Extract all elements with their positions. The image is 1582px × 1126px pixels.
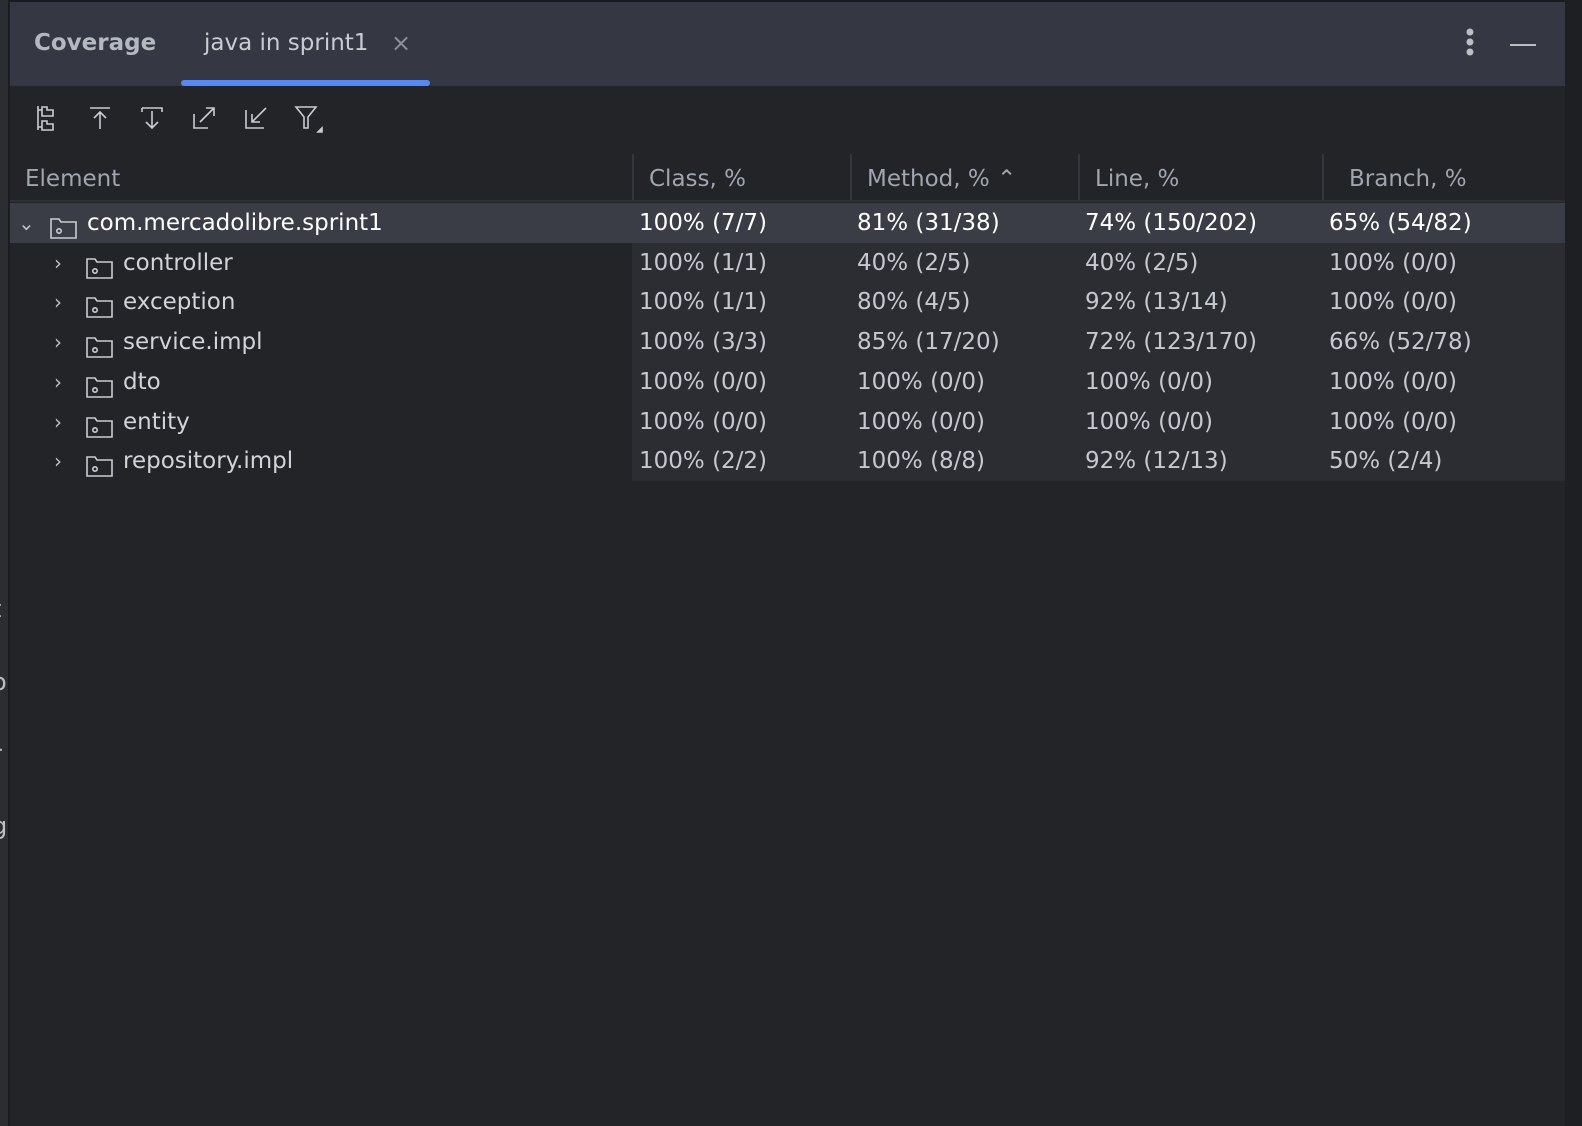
branch-coverage: 100% (0/0) bbox=[1329, 368, 1458, 395]
coverage-cells: 100% (0/0) 100% (0/0) 100% (0/0) 100% (0… bbox=[632, 401, 1565, 442]
chevron-right-icon[interactable]: › bbox=[54, 282, 62, 322]
branch-coverage: 65% (54/82) bbox=[1329, 210, 1472, 236]
method-coverage: 40% (2/5) bbox=[857, 249, 971, 276]
tab-label: java in sprint1 bbox=[204, 30, 369, 56]
coverage-cells: 100% (1/1) 80% (4/5) 92% (13/14) 100% (0… bbox=[632, 282, 1565, 323]
method-coverage: 80% (4/5) bbox=[857, 289, 971, 316]
element-cell[interactable]: › entity bbox=[10, 402, 632, 442]
filter-icon[interactable] bbox=[292, 102, 324, 134]
class-coverage: 100% (1/1) bbox=[639, 289, 768, 316]
import-icon[interactable] bbox=[240, 102, 272, 134]
element-cell[interactable]: › service.impl bbox=[10, 322, 632, 362]
column-line[interactable]: Line, % bbox=[1078, 154, 1322, 200]
package-name: repository.impl bbox=[123, 448, 294, 475]
line-coverage: 40% (2/5) bbox=[1085, 249, 1199, 276]
background-text: o bbox=[0, 668, 7, 696]
branch-coverage: 100% (0/0) bbox=[1329, 408, 1458, 435]
table-row[interactable]: › dto 100% (0/0) 100% (0/0) 100% (0/0) 1… bbox=[10, 361, 1565, 402]
line-coverage: 74% (150/202) bbox=[1085, 210, 1257, 236]
line-coverage: 92% (13/14) bbox=[1085, 289, 1228, 316]
branch-coverage: 100% (0/0) bbox=[1329, 249, 1458, 276]
coverage-cells: 100% (3/3) 85% (17/20) 72% (123/170) 66%… bbox=[632, 322, 1565, 363]
table-row[interactable]: › entity 100% (0/0) 100% (0/0) 100% (0/0… bbox=[10, 401, 1565, 442]
coverage-panel: Coverage java in sprint1 × • • • Element C… bbox=[10, 2, 1565, 1126]
flatten-packages-icon[interactable] bbox=[32, 102, 64, 134]
class-coverage: 100% (2/2) bbox=[639, 448, 768, 475]
background-text: r bbox=[0, 740, 2, 768]
tab-java-in-sprint1[interactable]: java in sprint1 × bbox=[181, 2, 430, 86]
chevron-right-icon[interactable]: › bbox=[54, 362, 62, 402]
branch-coverage: 100% (0/0) bbox=[1329, 289, 1458, 316]
element-cell[interactable]: ⌄ com.mercadolibre.sprint1 bbox=[10, 203, 632, 243]
chevron-right-icon[interactable]: › bbox=[54, 322, 62, 362]
table-row[interactable]: › exception 100% (1/1) 80% (4/5) 92% (13… bbox=[10, 282, 1565, 323]
tool-window-title: Coverage bbox=[34, 30, 157, 56]
coverage-cells: 100% (7/7) 81% (31/38) 74% (150/202) 65%… bbox=[632, 203, 1565, 243]
class-coverage: 100% (3/3) bbox=[639, 329, 768, 356]
go-to-child-icon[interactable] bbox=[136, 102, 168, 134]
chevron-right-icon[interactable]: › bbox=[54, 441, 62, 481]
column-class[interactable]: Class, % bbox=[632, 154, 850, 200]
branch-coverage: 50% (2/4) bbox=[1329, 448, 1443, 475]
chevron-right-icon[interactable]: › bbox=[54, 402, 62, 442]
method-coverage: 100% (0/0) bbox=[857, 408, 986, 435]
more-options-icon[interactable]: • • • bbox=[1460, 21, 1480, 65]
line-coverage: 100% (0/0) bbox=[1085, 408, 1214, 435]
coverage-cells: 100% (0/0) 100% (0/0) 100% (0/0) 100% (0… bbox=[632, 361, 1565, 402]
package-folder-icon bbox=[86, 252, 113, 279]
element-cell[interactable]: › repository.impl bbox=[10, 441, 632, 481]
class-coverage: 100% (0/0) bbox=[639, 368, 768, 395]
table-row[interactable]: › repository.impl 100% (2/2) 100% (8/8) … bbox=[10, 441, 1565, 482]
column-element[interactable]: Element bbox=[10, 154, 632, 200]
minimize-icon[interactable] bbox=[1510, 44, 1536, 46]
element-cell[interactable]: › exception bbox=[10, 282, 632, 322]
background-text: t bbox=[0, 595, 1, 623]
chevron-right-icon[interactable]: › bbox=[54, 243, 62, 283]
background-text: g bbox=[0, 812, 7, 840]
element-cell[interactable]: › dto bbox=[10, 362, 632, 402]
method-coverage: 100% (8/8) bbox=[857, 448, 986, 475]
table-row[interactable]: › controller 100% (1/1) 40% (2/5) 40% (2… bbox=[10, 242, 1565, 283]
line-coverage: 72% (123/170) bbox=[1085, 329, 1257, 356]
coverage-cells: 100% (2/2) 100% (8/8) 92% (12/13) 50% (2… bbox=[632, 441, 1565, 482]
window-edge bbox=[1565, 0, 1582, 1126]
method-coverage: 81% (31/38) bbox=[857, 210, 1000, 236]
coverage-toolbar bbox=[10, 86, 1565, 156]
package-name: dto bbox=[123, 368, 161, 395]
export-icon[interactable] bbox=[188, 102, 220, 134]
package-folder-icon bbox=[86, 450, 113, 477]
chevron-down-icon[interactable]: ⌄ bbox=[18, 203, 35, 243]
branch-coverage: 66% (52/78) bbox=[1329, 329, 1472, 356]
line-coverage: 100% (0/0) bbox=[1085, 368, 1214, 395]
line-coverage: 92% (12/13) bbox=[1085, 448, 1228, 475]
package-folder-icon bbox=[86, 411, 113, 438]
coverage-cells: 100% (1/1) 40% (2/5) 40% (2/5) 100% (0/0… bbox=[632, 242, 1565, 283]
close-tab-icon[interactable]: × bbox=[391, 29, 411, 57]
package-name: entity bbox=[123, 408, 190, 435]
package-folder-icon bbox=[86, 291, 113, 319]
tool-window-header: Coverage java in sprint1 × • • • bbox=[10, 2, 1565, 86]
column-branch[interactable]: Branch, % bbox=[1322, 154, 1565, 200]
package-folder-icon bbox=[86, 371, 113, 398]
table-row[interactable]: › service.impl 100% (3/3) 85% (17/20) 72… bbox=[10, 322, 1565, 363]
table-header: Element Class, % Method, % ⌃ Line, % Bra… bbox=[10, 154, 1565, 202]
method-coverage: 85% (17/20) bbox=[857, 329, 1000, 356]
package-folder-icon bbox=[50, 212, 77, 239]
method-coverage: 100% (0/0) bbox=[857, 368, 986, 395]
package-name: exception bbox=[123, 289, 236, 316]
package-folder-icon bbox=[86, 331, 113, 358]
table-row[interactable]: ⌄ com.mercadolibre.sprint1 100% (7/7) 81… bbox=[10, 203, 1565, 243]
class-coverage: 100% (1/1) bbox=[639, 249, 768, 276]
package-name: service.impl bbox=[123, 329, 263, 356]
class-coverage: 100% (7/7) bbox=[639, 210, 768, 236]
package-name: com.mercadolibre.sprint1 bbox=[87, 210, 383, 236]
class-coverage: 100% (0/0) bbox=[639, 408, 768, 435]
column-method[interactable]: Method, % ⌃ bbox=[850, 154, 1078, 200]
go-to-parent-icon[interactable] bbox=[84, 102, 116, 134]
element-cell[interactable]: › controller bbox=[10, 243, 632, 283]
package-name: controller bbox=[123, 249, 233, 276]
background-editor-edge: t o r g bbox=[0, 0, 9, 1126]
